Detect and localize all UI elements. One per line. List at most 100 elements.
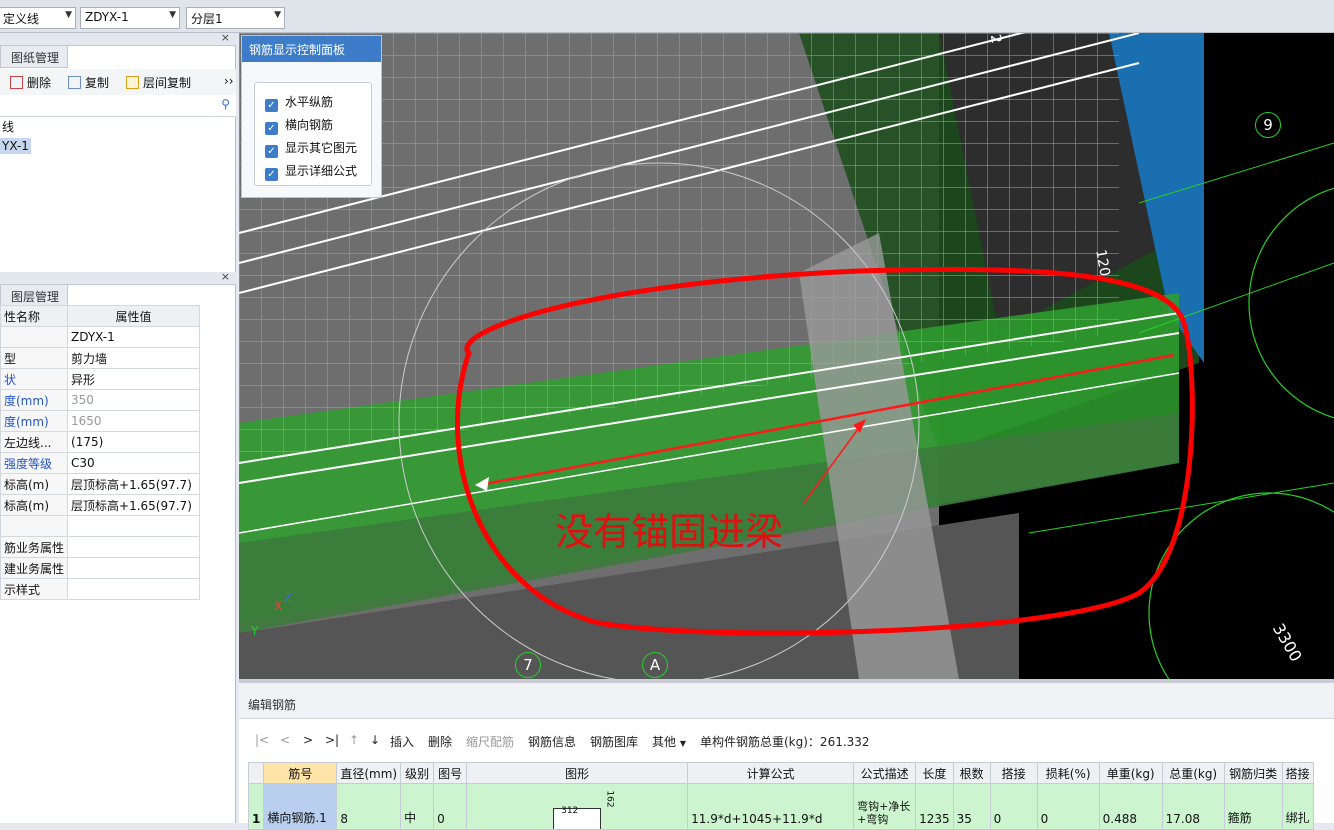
axis-bubble-7: 7 <box>515 652 541 678</box>
shape-dim-a: 312 <box>561 806 579 816</box>
property-name: 状 <box>0 368 69 390</box>
property-value[interactable]: 350 <box>67 389 200 411</box>
property-value[interactable]: 1650 <box>67 410 200 432</box>
checkbox-detail-formula[interactable]: ✓ 显示详细公式 <box>265 162 357 181</box>
checkbox-transverse-rebar[interactable]: ✓ 横向钢筋 <box>265 116 333 135</box>
column-header[interactable]: 筋号 <box>263 762 338 784</box>
property-value-header: 属性值 <box>67 305 200 327</box>
property-name: 建业务属性 <box>0 557 69 579</box>
property-value[interactable] <box>67 536 200 558</box>
close-icon[interactable]: × <box>221 31 230 44</box>
checkbox-label: 显示其它图元 <box>285 141 358 155</box>
delete-icon <box>10 76 23 89</box>
type-select[interactable]: 定义线 ▼ <box>0 7 76 29</box>
checkbox-checked-icon: ✓ <box>265 168 278 181</box>
column-header[interactable]: 根数 <box>952 762 991 784</box>
tree-item[interactable]: 线 <box>0 117 16 136</box>
checkbox-checked-icon: ✓ <box>265 122 278 135</box>
layer-copy-label: 层间复制 <box>143 76 192 90</box>
column-header[interactable]: 总重(kg) <box>1161 762 1225 784</box>
next-button[interactable]: > <box>303 733 313 747</box>
layer-panel-header: × <box>0 270 236 285</box>
column-header[interactable]: 钢筋归类 <box>1223 762 1283 784</box>
property-value[interactable]: 剪力墙 <box>67 347 200 369</box>
column-header[interactable]: 图形 <box>466 762 689 784</box>
prev-button[interactable]: < <box>280 733 290 747</box>
scale-rebar-button[interactable]: 缩尺配筋 <box>466 733 514 750</box>
annotation-text: 没有锚固进梁 <box>555 510 784 554</box>
search-row[interactable]: ⚲ <box>0 95 236 117</box>
checkbox-horizontal-rebar[interactable]: ✓ 水平纵筋 <box>265 93 333 112</box>
property-name: 示样式 <box>0 578 69 600</box>
chevron-down-icon: ▼ <box>274 10 281 20</box>
column-header[interactable]: 损耗(%) <box>1036 762 1100 784</box>
layer-copy-button[interactable]: 层间复制 <box>126 74 191 91</box>
property-value[interactable]: (175) <box>67 431 200 453</box>
delete-button[interactable]: 删除 <box>10 74 51 91</box>
axis-z-label: Z <box>284 591 293 605</box>
rebar-library-button[interactable]: 钢筋图库 <box>590 733 638 750</box>
last-button[interactable]: >| <box>325 733 339 747</box>
copy-button[interactable]: 复制 <box>68 74 109 91</box>
other-menu-label: 其他 <box>652 735 677 749</box>
type-select-value: 定义线 <box>3 12 40 26</box>
edit-rebar-panel: 编辑钢筋 |< < > >| ↑ ↓ 插入 删除 缩尺配筋 钢筋信息 钢筋图库 … <box>239 679 1334 830</box>
3d-viewport[interactable]: 没有锚固进梁 7 A 9 3300 120 2 Z X Y 钢筋显示控制面板 ✓… <box>239 33 1334 679</box>
column-header[interactable]: 搭接 <box>989 762 1038 784</box>
other-menu-button[interactable]: 其他 ▼ <box>652 733 686 750</box>
property-name: 度(mm) <box>0 389 69 411</box>
rebar-info-button[interactable]: 钢筋信息 <box>528 733 576 750</box>
column-header[interactable]: 长度 <box>915 762 954 784</box>
close-icon[interactable]: × <box>221 270 230 283</box>
column-header[interactable]: 直径(mm) <box>336 762 402 784</box>
checkbox-other-elements[interactable]: ✓ 显示其它图元 <box>265 139 357 158</box>
property-value[interactable]: C30 <box>67 452 200 474</box>
tree-item-selected[interactable]: YX-1 <box>0 138 31 154</box>
property-name: 度(mm) <box>0 410 69 432</box>
property-value[interactable]: ZDYX-1 <box>67 326 200 348</box>
tab-layer-management[interactable]: 图层管理 <box>0 285 68 307</box>
property-value[interactable] <box>67 557 200 579</box>
layer-select[interactable]: 分层1 ▼ <box>186 7 285 29</box>
property-name: 左边线... <box>0 431 69 453</box>
copy-icon <box>68 76 81 89</box>
move-down-button[interactable]: ↓ <box>370 733 380 747</box>
axis-bubble-a: A <box>642 652 668 678</box>
rebar-table: 筋号 直径(mm) 级别 图号 图形 计算公式 公式描述 长度 根数 搭接 损耗… <box>247 762 1314 830</box>
edit-rebar-title: 编辑钢筋 <box>239 683 1334 719</box>
property-value[interactable] <box>67 515 200 537</box>
first-button[interactable]: |< <box>255 733 269 747</box>
search-icon[interactable]: ⚲ <box>221 97 230 111</box>
column-header[interactable]: 计算公式 <box>687 762 855 784</box>
insert-button[interactable]: 插入 <box>390 733 414 750</box>
delete-label: 删除 <box>27 76 52 90</box>
layer-select-value: 分层1 <box>191 12 223 26</box>
chevron-down-icon: ▼ <box>65 10 72 20</box>
property-name: 筋业务属性 <box>0 536 69 558</box>
component-select[interactable]: ZDYX-1 ▼ <box>80 7 180 29</box>
move-up-button[interactable]: ↑ <box>349 733 359 747</box>
property-name <box>0 515 69 537</box>
property-value[interactable]: 层顶标高+1.65(97.7) <box>67 494 200 516</box>
axis-gizmo: Z X Y <box>247 591 297 638</box>
column-header[interactable]: 公式描述 <box>853 762 917 784</box>
chevron-down-icon: ▼ <box>679 739 686 748</box>
checkbox-checked-icon: ✓ <box>265 145 278 158</box>
property-name: 强度等级 <box>0 452 69 474</box>
total-weight-text: 单构件钢筋总重(kg)：261.332 <box>700 735 870 749</box>
property-value[interactable] <box>67 578 200 600</box>
column-header[interactable]: 搭接 <box>1281 762 1314 784</box>
edit-rebar-toolbar: |< < > >| ↑ ↓ 插入 删除 缩尺配筋 钢筋信息 钢筋图库 其他 ▼ … <box>239 724 1334 756</box>
column-header[interactable]: 级别 <box>400 762 435 784</box>
property-name <box>0 326 69 348</box>
property-value[interactable]: 异形 <box>67 368 200 390</box>
column-header[interactable]: 图号 <box>433 762 468 784</box>
property-value[interactable]: 层顶标高+1.65(97.7) <box>67 473 200 495</box>
column-header[interactable]: 单重(kg) <box>1098 762 1163 784</box>
delete-row-button[interactable]: 删除 <box>428 733 452 750</box>
drawing-toolbar: 删除 复制 层间复制 ›› <box>0 69 236 95</box>
axis-bubble-9: 9 <box>1255 112 1281 138</box>
component-select-value: ZDYX-1 <box>85 10 129 24</box>
more-icon[interactable]: ›› <box>224 74 234 88</box>
tab-drawing-management[interactable]: 图纸管理 <box>0 46 68 68</box>
